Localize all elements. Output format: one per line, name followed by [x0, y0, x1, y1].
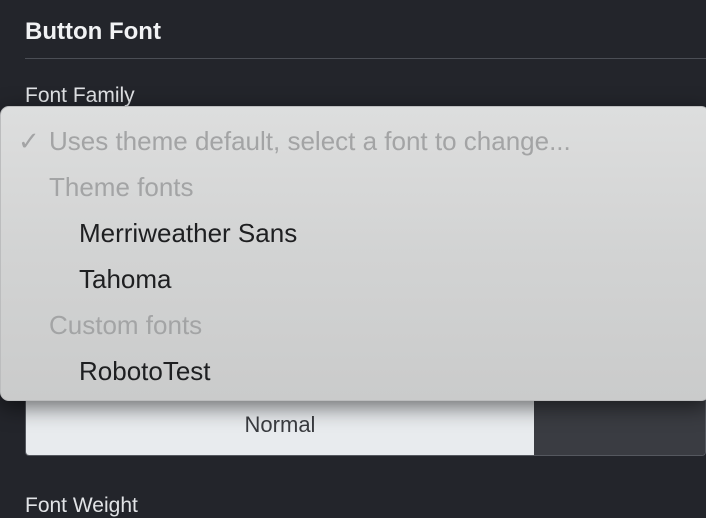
- menu-item-label: Tahoma: [79, 264, 172, 294]
- section-divider: [25, 58, 706, 59]
- menu-item-robototest[interactable]: RobotoTest: [1, 348, 706, 394]
- menu-item-label: Merriweather Sans: [79, 218, 298, 248]
- menu-item-tahoma[interactable]: Tahoma: [1, 256, 706, 302]
- menu-group-header-theme-fonts: Theme fonts: [1, 164, 706, 210]
- checkmark-icon: ✓: [18, 126, 40, 156]
- menu-group-header-custom-fonts: Custom fonts: [1, 302, 706, 348]
- section-title: Button Font: [25, 18, 161, 45]
- menu-item-label: RobotoTest: [79, 356, 211, 386]
- font-style-normal-option[interactable]: Normal: [26, 393, 534, 455]
- menu-item-theme-default[interactable]: ✓ Uses theme default, select a font to c…: [1, 118, 706, 164]
- font-style-segmented-control: Normal: [25, 392, 706, 456]
- menu-item-label: Uses theme default, select a font to cha…: [49, 126, 571, 156]
- group-header-label: Theme fonts: [49, 172, 194, 202]
- font-style-other-option[interactable]: [534, 393, 705, 455]
- group-header-label: Custom fonts: [49, 310, 203, 340]
- menu-item-merriweather-sans[interactable]: Merriweather Sans: [1, 210, 706, 256]
- font-family-label: Font Family: [25, 84, 135, 107]
- font-weight-label: Font Weight: [25, 494, 138, 517]
- font-family-dropdown-menu: ✓ Uses theme default, select a font to c…: [0, 106, 706, 401]
